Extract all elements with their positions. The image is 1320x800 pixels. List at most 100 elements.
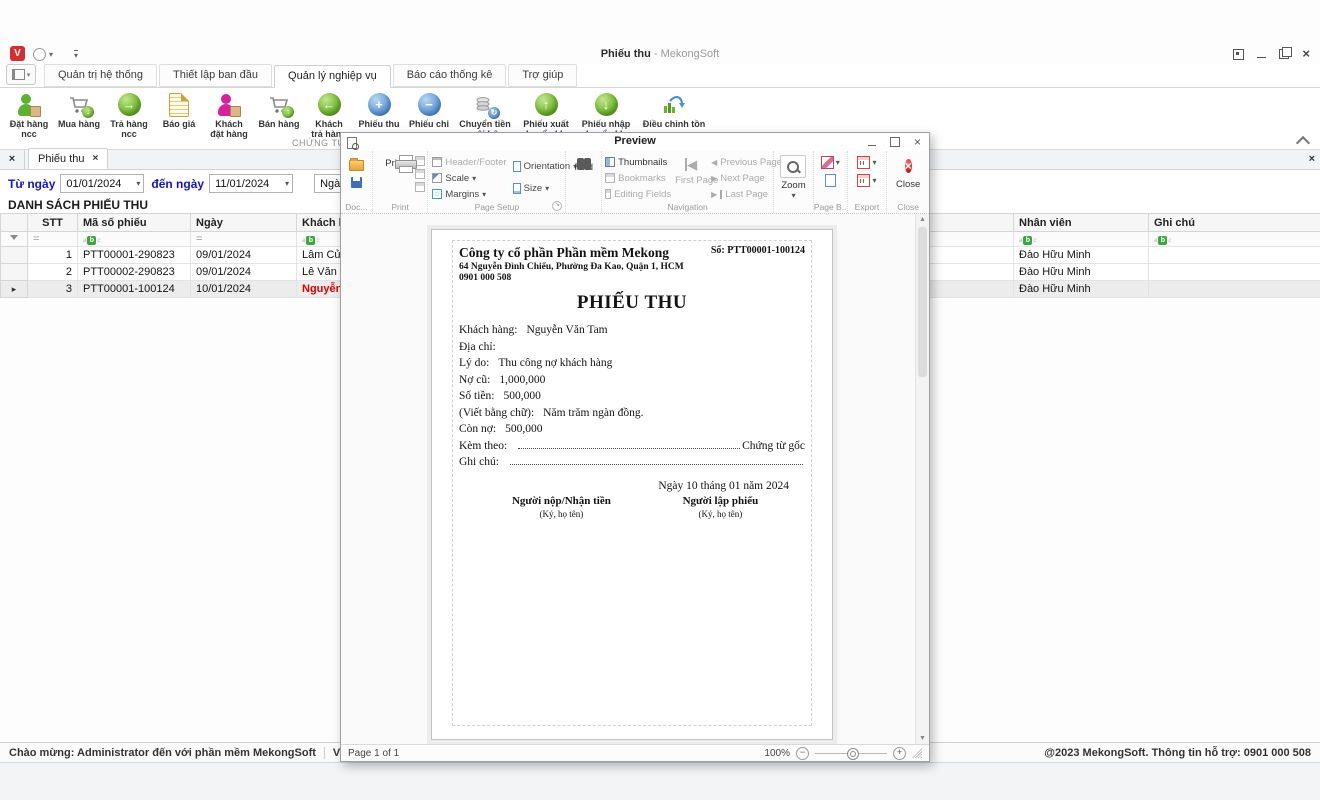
- save-document-icon[interactable]: [351, 177, 362, 188]
- group-navigation: Thumbnails Bookmarks Editing Fields ◀ Fi…: [602, 151, 774, 213]
- header-footer-button[interactable]: Header/Footer: [432, 154, 506, 170]
- tab-phieu-thu-document[interactable]: Phiếu thu ×: [28, 148, 108, 169]
- close-all-tabs-icon[interactable]: ×: [0, 150, 25, 169]
- thumbnails-icon: [605, 157, 615, 167]
- document-page: Công ty cổ phần Phần mềm Mekong 64 Nguyễ…: [431, 229, 833, 740]
- zoom-out-icon[interactable]: −: [796, 747, 809, 760]
- window-title-doc: Phiếu thu: [601, 48, 651, 60]
- maximize-icon[interactable]: [890, 137, 900, 147]
- ribbon-tab-strip: ▾ Quản trị hệ thống Thiết lập ban đầu Qu…: [0, 64, 1320, 88]
- preview-status-bar: Page 1 of 1 100% − +: [341, 744, 929, 761]
- editing-fields-button[interactable]: Editing Fields: [605, 186, 671, 202]
- tab-bao-cao-thong-ke[interactable]: Báo cáo thống kê: [393, 64, 507, 87]
- preview-title: Preview: [341, 135, 929, 147]
- previous-page-button[interactable]: ◀Previous Page: [711, 154, 782, 170]
- resize-grip[interactable]: [912, 748, 922, 758]
- to-date-input[interactable]: 11/01/2024▾: [209, 174, 293, 193]
- zoom-slider[interactable]: [815, 753, 887, 754]
- chevron-down-icon: ▾: [836, 158, 840, 167]
- tool-mua-hang[interactable]: ↓ Mua hàng: [54, 90, 104, 149]
- scroll-up-icon[interactable]: ▲: [916, 216, 929, 223]
- preview-scrollbar[interactable]: ▲ ▼: [915, 214, 929, 744]
- chevron-down-icon[interactable]: ▾: [136, 179, 140, 188]
- chevron-down-icon: ▾: [872, 158, 876, 167]
- window-title-app: - MekongSoft: [651, 48, 719, 60]
- zoom-slider-thumb[interactable]: [847, 748, 859, 760]
- minimize-icon[interactable]: [868, 145, 876, 146]
- watermark-button[interactable]: ▾: [821, 156, 840, 169]
- header-footer-icon: [432, 157, 442, 167]
- tab-thiet-lap-ban-dau[interactable]: Thiết lập ban đầu: [159, 64, 272, 87]
- filter-code[interactable]: abc: [78, 232, 191, 247]
- close-preview-button[interactable]: × Close: [887, 151, 929, 190]
- bookmarks-button[interactable]: Bookmarks: [605, 170, 671, 186]
- print-button[interactable]: Print: [375, 155, 416, 192]
- col-ma-so-phieu[interactable]: Mã số phiếu: [78, 214, 191, 232]
- scroll-down-icon[interactable]: ▼: [916, 735, 929, 742]
- close-icon[interactable]: ×: [914, 137, 921, 147]
- text-filter-icon: abc: [302, 236, 319, 245]
- fullscreen-icon[interactable]: [1233, 49, 1244, 60]
- text-filter-icon: abc: [1154, 236, 1171, 245]
- preview-toolbar: Doc... Print Print: [341, 151, 929, 214]
- filter-note[interactable]: abc: [1149, 232, 1320, 247]
- last-page-button[interactable]: ▶Last Page: [711, 186, 782, 202]
- print-options-icon[interactable]: [415, 169, 425, 179]
- zoom-button[interactable]: Zoom ▾: [774, 151, 813, 200]
- panel-close-icon[interactable]: ×: [1309, 153, 1315, 165]
- layout-pane-icon: [12, 69, 25, 80]
- print-selection-icon[interactable]: [415, 182, 425, 192]
- preview-title-bar[interactable]: Preview ×: [341, 133, 929, 152]
- close-icon[interactable]: ×: [1302, 48, 1310, 60]
- tool-khach-dat-hang[interactable]: Khách đặt hàng: [204, 90, 254, 149]
- restore-icon[interactable]: [1279, 49, 1289, 59]
- scrollbar-thumb[interactable]: [918, 227, 927, 377]
- return-supplier-icon: →: [118, 91, 141, 118]
- list-title: DANH SÁCH PHIẾU THU: [8, 198, 148, 212]
- payment-minus-icon: −: [418, 91, 441, 118]
- from-date-input[interactable]: 01/01/2024▾: [60, 174, 144, 193]
- zoom-in-icon[interactable]: +: [893, 747, 906, 760]
- col-nhan-vien[interactable]: Nhân viên: [1014, 214, 1149, 232]
- ribbon-collapse-icon[interactable]: [1296, 136, 1310, 150]
- col-ngay[interactable]: Ngày: [191, 214, 297, 232]
- tab-quan-ly-nghiep-vu[interactable]: Quản lý nghiệp vụ: [274, 65, 391, 88]
- scale-button[interactable]: Scale▾: [432, 170, 506, 186]
- supplier-order-icon: [17, 91, 41, 118]
- filter-date[interactable]: =: [191, 232, 297, 247]
- tab-quan-tri-he-thong[interactable]: Quản trị hệ thống: [44, 64, 157, 87]
- tab-tro-giup[interactable]: Trợ giúp: [508, 64, 577, 87]
- page-size-icon: [513, 183, 521, 194]
- tool-bao-gia[interactable]: Báo giá: [154, 90, 204, 149]
- document-date-line: Ngày 10 tháng 01 năm 2024: [459, 480, 805, 492]
- company-name: Công ty cổ phần Phần mềm Mekong: [459, 245, 711, 261]
- copyright-text: @2023 MekongSoft. Thông tin hỗ trợ: 0901…: [1044, 747, 1311, 759]
- filter-employee[interactable]: abc: [1014, 232, 1149, 247]
- receipt-plus-icon: +: [368, 91, 391, 118]
- minimize-icon[interactable]: [1257, 57, 1266, 58]
- company-address: 64 Nguyễn Đình Chiểu, Phường Đa Kao, Quậ…: [459, 262, 711, 272]
- col-ghi-chu[interactable]: Ghi chú: [1149, 214, 1320, 232]
- tool-dat-hang-ncc[interactable]: Đặt hàng ncc: [4, 90, 54, 149]
- company-phone: 0901 000 508: [459, 273, 711, 283]
- ribbon-layout-button[interactable]: ▾: [6, 64, 36, 85]
- open-document-icon[interactable]: [349, 160, 364, 171]
- sales-cart-icon: ↑: [267, 91, 291, 118]
- warehouse-in-icon: ↓: [595, 91, 618, 118]
- tab-close-icon[interactable]: ×: [92, 153, 98, 164]
- find-button[interactable]: Find: [566, 151, 601, 173]
- preview-canvas: Công ty cổ phần Phần mềm Mekong 64 Nguyễ…: [341, 214, 929, 744]
- tool-tra-hang-ncc[interactable]: → Trả hàng ncc: [104, 90, 154, 149]
- first-page-button[interactable]: ◀ First Page: [675, 154, 707, 202]
- thumbnails-button[interactable]: Thumbnails: [605, 154, 671, 170]
- export-document-button[interactable]: ▾: [857, 156, 876, 169]
- next-page-button[interactable]: ▶Next Page: [711, 170, 782, 186]
- col-stt[interactable]: STT: [28, 214, 78, 232]
- send-email-button[interactable]: ▾: [857, 174, 876, 187]
- app-window: V ▾ ▾ Phiếu thu - MekongSoft × ▾ Quản tr…: [0, 0, 1320, 800]
- chevron-down-icon[interactable]: ▾: [285, 179, 289, 188]
- filter-stt[interactable]: =: [28, 232, 78, 247]
- page-color-icon[interactable]: [825, 174, 836, 187]
- margins-button[interactable]: Margins▾: [432, 186, 506, 202]
- window-controls: ×: [1233, 48, 1310, 60]
